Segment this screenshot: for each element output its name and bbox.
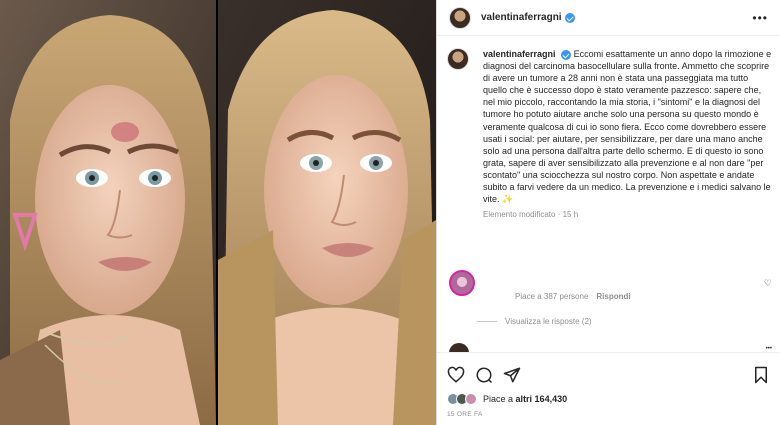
comment-like-icon[interactable]: ♡ [764, 278, 772, 289]
comment: ♡ Piace a 387 persone Rispondi [449, 270, 772, 301]
post-sidebar: valentinaferragni ••• valentinaferragni … [436, 0, 780, 425]
view-replies-label: Visualizza le risposte (2) [505, 317, 592, 326]
reply-button[interactable]: Rispondi [596, 292, 630, 301]
divider [477, 321, 497, 322]
likes-count[interactable]: altri 164,430 [516, 394, 568, 404]
photo-after [218, 0, 436, 425]
comment-likes[interactable]: Piace a 387 persone [515, 292, 588, 301]
post-timestamp: 15 ORE FA [447, 411, 483, 418]
caption: valentinaferragni Eccomi esattamente un … [447, 48, 772, 221]
avatar [465, 393, 477, 405]
comment-icon[interactable] [475, 366, 493, 384]
liker-avatars [447, 393, 477, 405]
likes-row[interactable]: Piace a altri 164,430 [437, 393, 780, 405]
avatar[interactable] [449, 6, 471, 29]
instagram-post: valentinaferragni ••• valentinaferragni … [0, 0, 780, 425]
header-username[interactable]: valentinaferragni [481, 12, 562, 23]
verified-badge-icon [564, 12, 575, 23]
bookmark-icon[interactable] [752, 366, 770, 384]
caption-avatar[interactable] [447, 48, 469, 70]
likes-prefix: Piace a [483, 394, 514, 404]
caption-meta: Elemento modificato · 15 h [483, 210, 579, 220]
caption-time: 15 h [562, 210, 579, 220]
photo-before [0, 0, 216, 425]
heart-icon[interactable] [447, 366, 465, 384]
share-icon[interactable] [503, 366, 521, 384]
comment-avatar[interactable] [449, 270, 475, 296]
caption-username[interactable]: valentinaferragni [483, 49, 556, 59]
post-actions: Piace a altri 164,430 15 ORE FA [437, 352, 780, 425]
post-image[interactable] [0, 0, 436, 425]
edited-label: Elemento modificato [483, 210, 556, 220]
caption-text: Eccomi esattamente un anno dopo la rimoz… [483, 49, 772, 205]
verified-badge-icon [561, 49, 572, 60]
comment-meta: Piace a 387 persone Rispondi [515, 292, 631, 301]
caption-body: valentinaferragni Eccomi esattamente un … [483, 48, 772, 221]
more-horizontal-icon[interactable]: ••• [752, 11, 768, 25]
action-icons [437, 353, 780, 387]
view-replies-button[interactable]: Visualizza le risposte (2) [477, 317, 592, 326]
post-header: valentinaferragni ••• [437, 0, 780, 36]
